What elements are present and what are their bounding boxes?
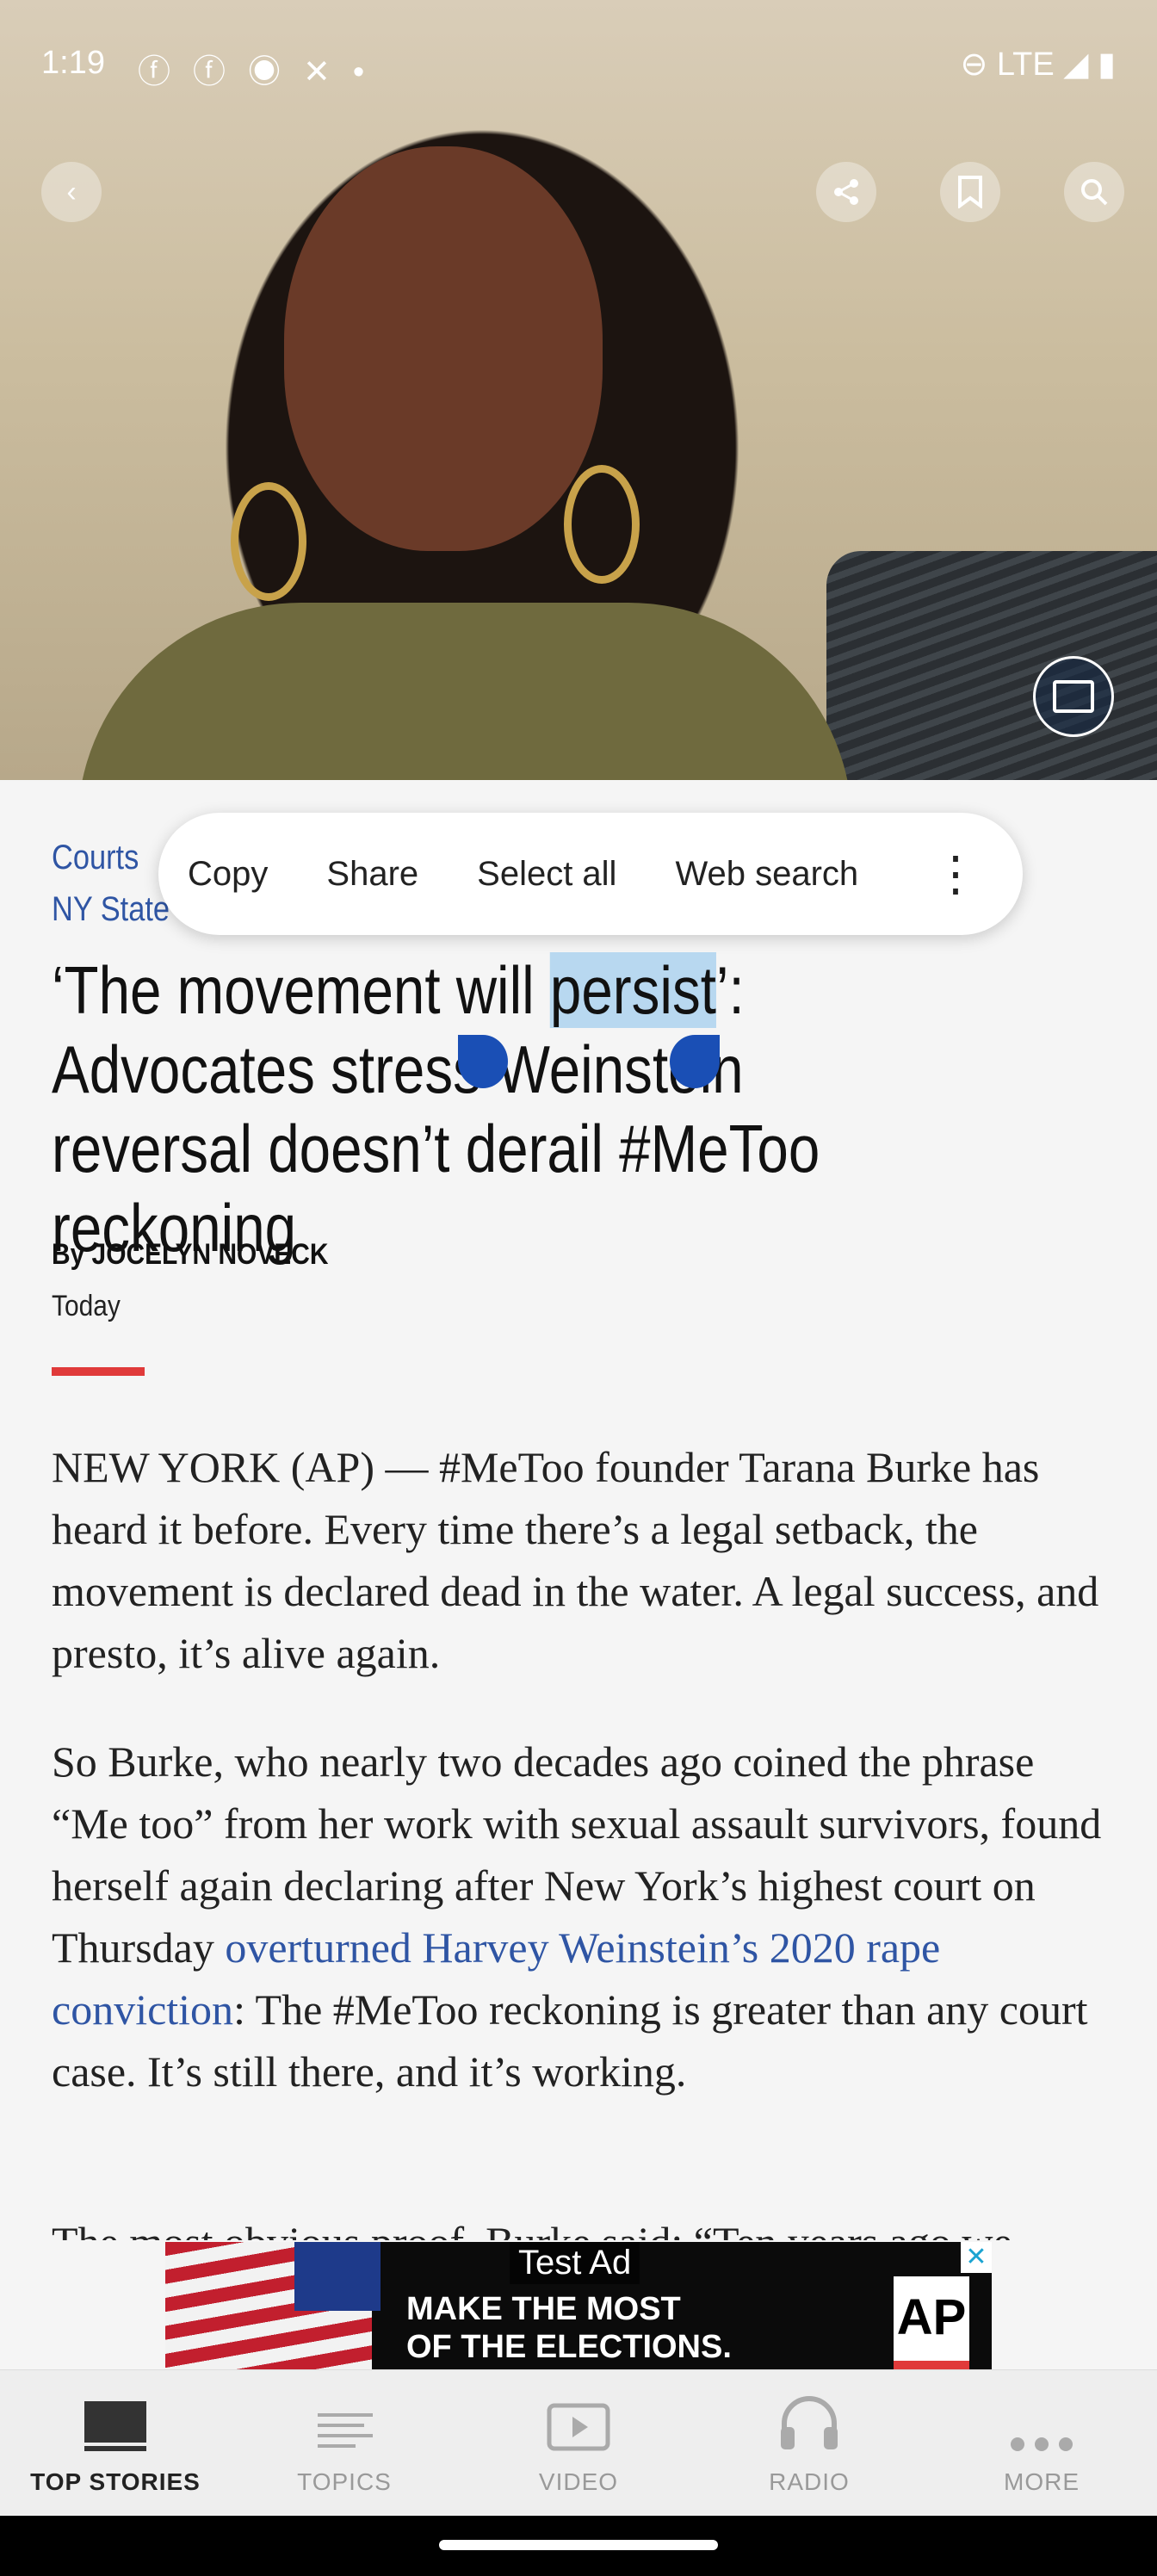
photo-face: [284, 146, 603, 551]
more-horiz-icon: [938, 2370, 1145, 2453]
ad-flag-stars: [294, 2242, 381, 2311]
text-selection-menu: Copy Share Select all Web search ⋮: [158, 813, 1023, 935]
nav-label-topics: TOPICS: [297, 2468, 392, 2495]
notification-icons: ⓕⓕ◉✕•: [138, 54, 387, 90]
share-menu-item[interactable]: Share: [297, 855, 448, 894]
headphones-icon: [706, 2370, 913, 2453]
system-navigation-bar: [0, 2516, 1157, 2576]
chevron-left-icon: ‹: [66, 175, 77, 208]
bottom-navigation: TOP STORIES TOPICS VIDEO RADIO MORE: [0, 2369, 1157, 2517]
share-button[interactable]: [816, 162, 876, 222]
search-button[interactable]: [1064, 162, 1124, 222]
publish-date: Today: [52, 1290, 121, 1322]
back-button[interactable]: ‹: [41, 162, 102, 222]
topic-links: Courts NY State: [52, 832, 170, 935]
network-label: LTE: [996, 46, 1055, 83]
headline-text-start: ‘The movement will: [52, 952, 550, 1028]
ad-text: MAKE THE MOST OF THE ELECTIONS.: [406, 2290, 732, 2366]
photo-earring-left: [231, 482, 306, 601]
ad-banner[interactable]: MAKE THE MOST OF THE ELECTIONS. Test Ad …: [165, 2242, 992, 2369]
nav-more[interactable]: MORE: [938, 2370, 1145, 2517]
photo-earring-right: [564, 465, 640, 584]
status-right: ⊖ LTE ◢ ▮: [960, 45, 1116, 84]
list-icon: [241, 2370, 448, 2453]
photo-chair: [826, 551, 1157, 780]
gallery-button[interactable]: [1033, 656, 1114, 737]
nav-label-radio: RADIO: [769, 2468, 850, 2495]
bookmark-icon: [958, 176, 982, 208]
search-icon: [1081, 179, 1108, 206]
newspaper-icon: [12, 2370, 219, 2453]
nav-top-stories[interactable]: TOP STORIES: [12, 2370, 219, 2517]
accent-divider: [52, 1367, 145, 1376]
nav-label-more: MORE: [1004, 2468, 1080, 2495]
nav-video[interactable]: VIDEO: [475, 2370, 682, 2517]
photo-sweater: [77, 603, 852, 780]
selection-handle-start[interactable]: [458, 1035, 508, 1088]
select-all-menu-item[interactable]: Select all: [448, 855, 646, 894]
byline[interactable]: By JOCELYN NOVECK: [52, 1238, 328, 1272]
ap-logo: AP: [894, 2276, 969, 2369]
topic-link-courts[interactable]: Courts: [52, 832, 170, 883]
article-paragraph-2: So Burke, who nearly two decades ago coi…: [52, 1731, 1119, 2102]
gallery-icon: [1053, 680, 1094, 713]
article-paragraph-3: The most obvious proof, Burke said: “Ten…: [52, 2211, 1119, 2240]
article-paragraph-1: NEW YORK (AP) — #MeToo founder Tarana Bu…: [52, 1443, 1099, 1677]
test-ad-label: Test Ad: [510, 2242, 640, 2284]
ad-line-1: MAKE THE MOST: [406, 2291, 681, 2327]
dnd-icon: ⊖: [960, 46, 988, 83]
nav-radio[interactable]: RADIO: [706, 2370, 913, 2517]
article-headline[interactable]: ‘The movement will persist’: Advocates s…: [52, 951, 949, 1267]
topic-link-ny-state[interactable]: NY State: [52, 883, 170, 935]
web-search-menu-item[interactable]: Web search: [646, 855, 888, 894]
more-vert-icon[interactable]: ⋮: [931, 850, 980, 898]
signal-icon: ◢: [1063, 46, 1089, 83]
video-icon: [475, 2370, 682, 2453]
status-bar: 1:19 ⓕⓕ◉✕• ⊖ LTE ◢ ▮: [0, 0, 1157, 129]
selected-text[interactable]: persist: [549, 952, 716, 1028]
copy-menu-item[interactable]: Copy: [158, 855, 297, 894]
share-icon: [834, 179, 858, 205]
battery-icon: ▮: [1098, 46, 1116, 83]
selection-handle-end[interactable]: [670, 1035, 720, 1088]
bookmark-button[interactable]: [940, 162, 1000, 222]
ad-close-icon[interactable]: ✕: [961, 2242, 992, 2273]
nav-label-top-stories: TOP STORIES: [30, 2468, 201, 2495]
home-gesture-pill[interactable]: [439, 2540, 718, 2550]
ad-line-2: OF THE ELECTIONS.: [406, 2329, 732, 2365]
nav-label-video: VIDEO: [538, 2468, 619, 2495]
status-time: 1:19: [41, 45, 105, 81]
nav-topics[interactable]: TOPICS: [241, 2370, 448, 2517]
